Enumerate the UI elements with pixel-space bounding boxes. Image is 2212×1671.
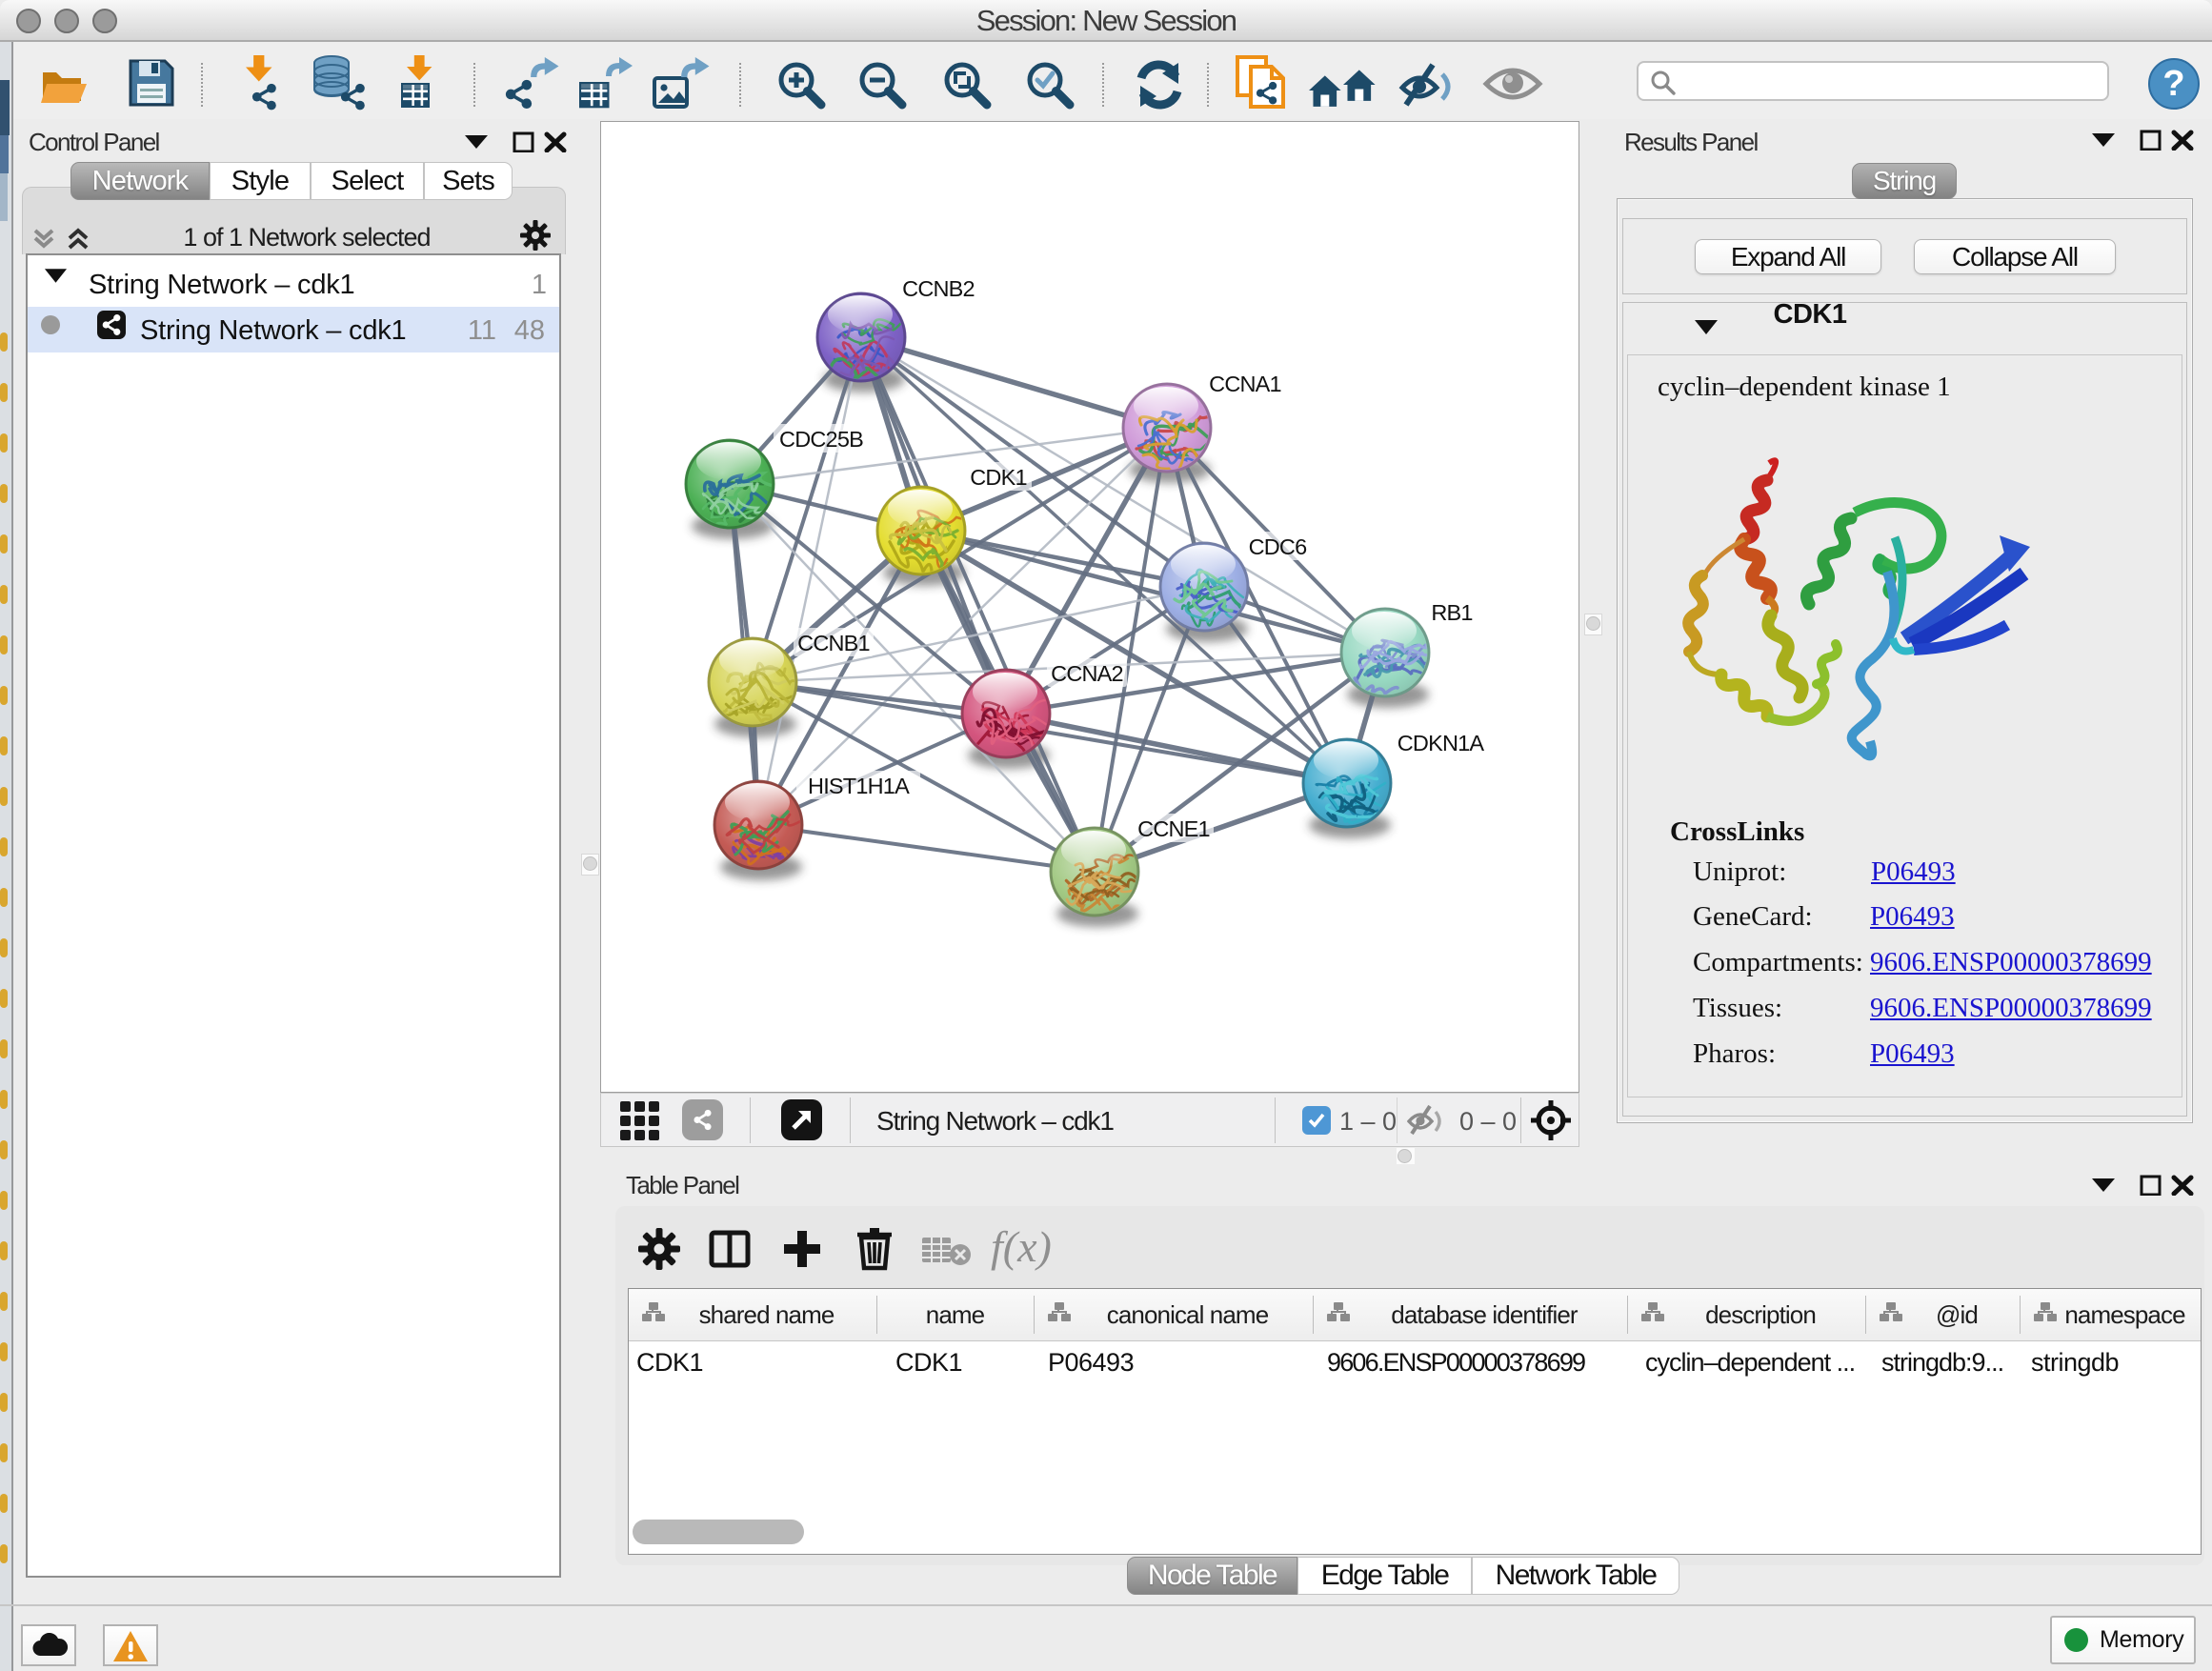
svg-text:CCNA2: CCNA2 [1051,661,1123,686]
svg-text:CCNE1: CCNE1 [1137,816,1210,841]
svg-text:RB1: RB1 [1431,600,1472,625]
svg-text:CDC25B: CDC25B [779,427,863,452]
svg-text:CCNB1: CCNB1 [797,631,870,655]
svg-text:HIST1H1A: HIST1H1A [808,774,910,798]
svg-text:CDC6: CDC6 [1249,534,1308,559]
svg-text:CDK1: CDK1 [970,465,1027,490]
svg-text:CCNB2: CCNB2 [902,276,975,301]
svg-text:CDKN1A: CDKN1A [1398,731,1485,755]
svg-text:CCNA1: CCNA1 [1209,372,1281,396]
svg-text:?: ? [2162,64,2184,104]
